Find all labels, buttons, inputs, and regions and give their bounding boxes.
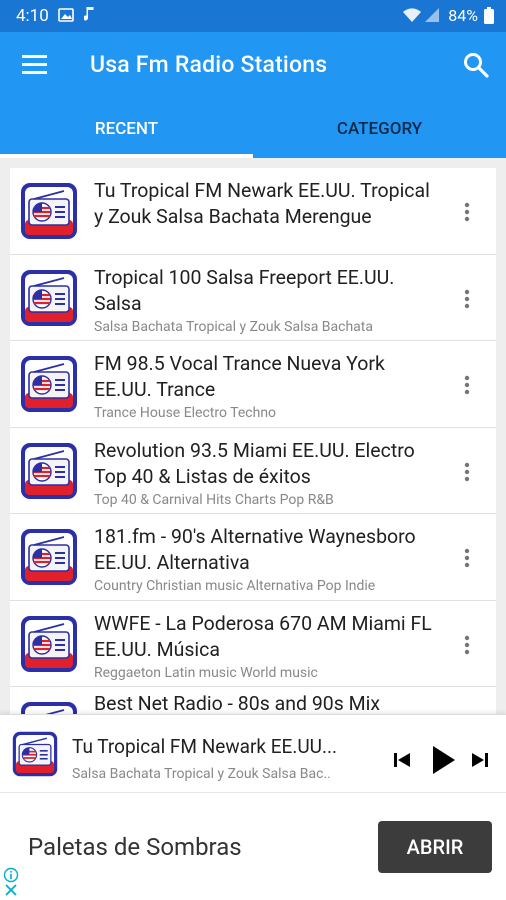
ad-close-icon[interactable] bbox=[3, 883, 19, 897]
station-subtitle: Country Christian music Alternativa Pop … bbox=[94, 578, 376, 594]
station-logo-icon bbox=[20, 528, 78, 586]
station-subtitle: Salsa Bachata Tropical y Zouk Salsa Bach… bbox=[94, 318, 373, 335]
station-title: Best Net Radio - 80s and 90s Mix bbox=[94, 692, 381, 714]
station-title: Revolution 93.5 Miami EE.UU. Electro Top… bbox=[94, 438, 415, 488]
more-options-icon[interactable] bbox=[456, 374, 478, 396]
station-subtitle: Trance House Electro Techno bbox=[94, 405, 277, 421]
skip-next-icon[interactable] bbox=[470, 750, 490, 770]
station-item[interactable]: 181.fm - 90's Alternative Waynesboro EE.… bbox=[10, 514, 496, 601]
player-title: Tu Tropical FM Newark EE.UU... bbox=[72, 735, 338, 758]
more-options-icon[interactable] bbox=[456, 547, 478, 569]
station-item[interactable]: FM 98.5 Vocal Trance Nueva York EE.UU. T… bbox=[10, 341, 496, 428]
station-logo-icon bbox=[20, 355, 78, 413]
signal-icon bbox=[425, 8, 439, 22]
battery-icon bbox=[484, 7, 494, 24]
search-icon[interactable] bbox=[462, 51, 490, 79]
player-station-logo-icon bbox=[12, 731, 58, 777]
play-icon[interactable] bbox=[428, 744, 458, 776]
player-subtitle: Salsa Bachata Tropical y Zouk Salsa Bac.… bbox=[72, 766, 331, 782]
station-title: Tropical 100 Salsa Freeport EE.UU. Salsa bbox=[94, 265, 395, 315]
tab-category[interactable]: CATEGORY bbox=[253, 98, 506, 158]
ad-headline: Paletas de Sombras bbox=[28, 833, 242, 861]
station-item[interactable]: Tropical 100 Salsa Freeport EE.UU. Salsa… bbox=[10, 254, 496, 341]
station-logo-icon bbox=[20, 442, 78, 500]
status-bar: 4:10 84% bbox=[0, 0, 506, 32]
station-logo-icon bbox=[20, 269, 78, 327]
tab-bar: RECENT CATEGORY bbox=[0, 98, 506, 158]
station-title: Tu Tropical FM Newark EE.UU. Tropical y … bbox=[94, 179, 430, 228]
wifi-icon bbox=[403, 8, 421, 22]
ad-open-button[interactable]: ABRIR bbox=[378, 821, 492, 873]
station-subtitle: Top 40 & Carnival Hits Charts Pop R&B bbox=[94, 491, 334, 508]
skip-previous-icon[interactable] bbox=[392, 750, 412, 770]
gallery-icon bbox=[58, 8, 74, 22]
station-list-container[interactable]: Tu Tropical FM Newark EE.UU. Tropical y … bbox=[0, 158, 506, 714]
station-logo-icon bbox=[20, 615, 78, 673]
mini-player[interactable]: Tu Tropical FM Newark EE.UU... Salsa Bac… bbox=[0, 714, 506, 792]
tab-recent[interactable]: RECENT bbox=[0, 98, 253, 158]
station-list: Tu Tropical FM Newark EE.UU. Tropical y … bbox=[10, 168, 496, 714]
station-title: WWFE - La Poderosa 670 AM Miami FL EE.UU… bbox=[94, 611, 432, 661]
station-logo-icon bbox=[20, 182, 78, 240]
more-options-icon[interactable] bbox=[456, 201, 478, 223]
station-title: FM 98.5 Vocal Trance Nueva York EE.UU. T… bbox=[94, 352, 385, 401]
station-item[interactable]: Revolution 93.5 Miami EE.UU. Electro Top… bbox=[10, 427, 496, 514]
more-options-icon[interactable] bbox=[456, 634, 478, 656]
battery-percent: 84% bbox=[448, 6, 478, 25]
status-time: 4:10 bbox=[16, 6, 49, 26]
more-options-icon[interactable] bbox=[456, 288, 478, 310]
ad-info-icon[interactable] bbox=[3, 867, 19, 883]
music-note-icon bbox=[84, 7, 94, 21]
station-logo-icon bbox=[20, 701, 78, 714]
menu-icon[interactable] bbox=[20, 52, 50, 78]
station-subtitle: Reggaeton Latin music World music bbox=[94, 664, 318, 681]
ad-banner[interactable]: Paletas de Sombras ABRIR bbox=[0, 792, 506, 900]
station-item[interactable]: Best Net Radio - 80s and 90s Mix bbox=[10, 687, 496, 714]
station-item[interactable]: WWFE - La Poderosa 670 AM Miami FL EE.UU… bbox=[10, 600, 496, 687]
app-title: Usa Fm Radio Stations bbox=[90, 51, 328, 78]
station-title: 181.fm - 90's Alternative Waynesboro EE.… bbox=[94, 525, 416, 574]
more-options-icon[interactable] bbox=[456, 461, 478, 483]
app-bar: Usa Fm Radio Stations bbox=[0, 32, 506, 98]
station-item[interactable]: Tu Tropical FM Newark EE.UU. Tropical y … bbox=[10, 168, 496, 255]
